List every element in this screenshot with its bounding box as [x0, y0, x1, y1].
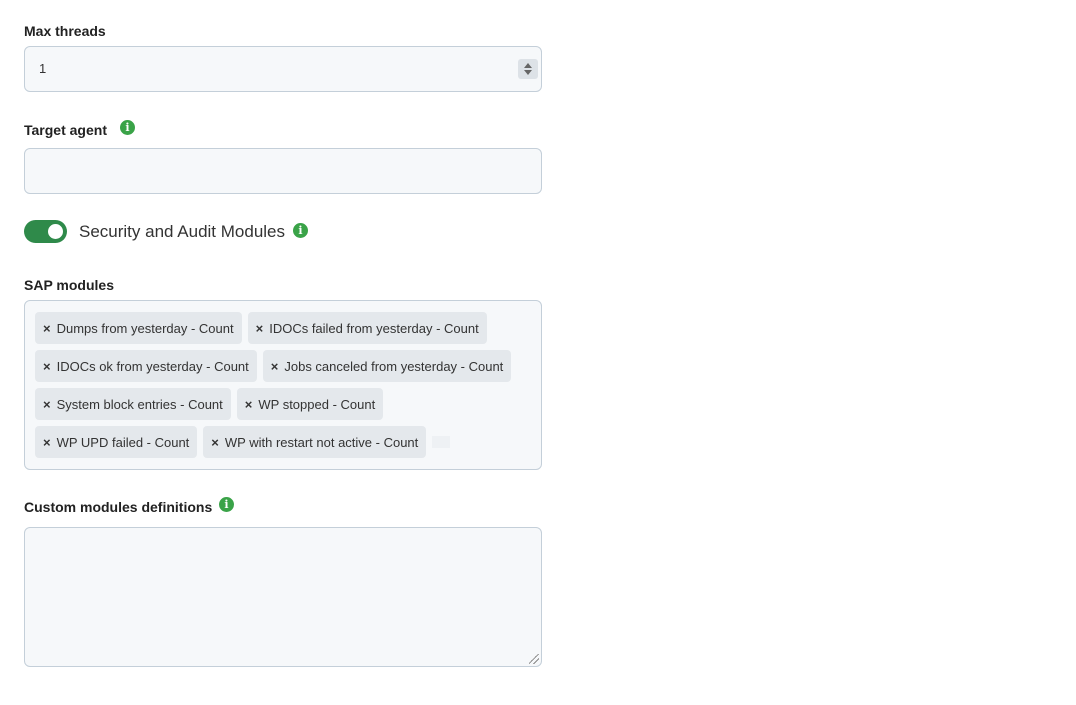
module-chip: × WP UPD failed - Count — [35, 426, 198, 458]
target-agent-label: Target agent — [24, 122, 107, 138]
target-agent-input[interactable] — [24, 148, 542, 194]
sap-modules-multiselect[interactable]: × Dumps from yesterday - Count × IDOCs fai… — [24, 300, 542, 470]
close-icon[interactable]: × — [43, 359, 51, 374]
max-threads-label: Max threads — [24, 23, 106, 39]
close-icon[interactable]: × — [43, 321, 51, 336]
module-chip-label: Jobs canceled from yesterday - Count — [284, 358, 504, 374]
max-threads-value: 1 — [39, 61, 47, 76]
module-chip: × WP with restart not active - Count — [203, 426, 427, 458]
info-icon[interactable]: i — [293, 223, 308, 238]
close-icon[interactable]: × — [211, 435, 219, 450]
module-chip: × Dumps from yesterday - Count — [35, 312, 242, 344]
toggle-knob — [48, 224, 63, 239]
custom-modules-textarea[interactable] — [24, 527, 542, 667]
module-chip: × IDOCs ok from yesterday - Count — [35, 350, 257, 382]
resize-handle-icon[interactable] — [529, 654, 539, 664]
close-icon[interactable]: × — [43, 397, 51, 412]
module-chip-label: IDOCs ok from yesterday - Count — [56, 358, 249, 374]
close-icon[interactable]: × — [43, 435, 51, 450]
module-chip-label: Dumps from yesterday - Count — [56, 320, 234, 336]
info-icon[interactable]: i — [120, 120, 135, 135]
close-icon[interactable]: × — [256, 321, 264, 336]
number-stepper[interactable] — [518, 59, 538, 79]
info-icon[interactable]: i — [219, 497, 234, 512]
module-chip-label: IDOCs failed from yesterday - Count — [269, 320, 479, 336]
module-chip: × IDOCs failed from yesterday - Count — [247, 312, 487, 344]
module-chip-label: System block entries - Count — [56, 396, 223, 412]
security-audit-label: Security and Audit Modules — [79, 222, 286, 241]
sap-modules-label: SAP modules — [24, 277, 114, 293]
chevron-up-icon[interactable] — [524, 63, 532, 68]
max-threads-input[interactable]: 1 — [24, 46, 542, 92]
module-chip-label: WP stopped - Count — [258, 396, 376, 412]
settings-form: Max threads 1 Target agent i Security an… — [0, 0, 1076, 705]
chevron-down-icon[interactable] — [524, 70, 532, 75]
security-audit-toggle[interactable] — [24, 220, 67, 243]
module-chip-label: WP UPD failed - Count — [56, 434, 190, 450]
module-chip: × Jobs canceled from yesterday - Count — [262, 350, 512, 382]
close-icon[interactable]: × — [245, 397, 253, 412]
module-chip: × WP stopped - Count — [236, 388, 384, 420]
module-chip-label: WP with restart not active - Count — [224, 434, 419, 450]
close-icon[interactable]: × — [271, 359, 279, 374]
custom-modules-label: Custom modules definitions — [24, 499, 213, 515]
module-chip: × System block entries - Count — [35, 388, 231, 420]
multiselect-search-input[interactable] — [432, 436, 451, 448]
